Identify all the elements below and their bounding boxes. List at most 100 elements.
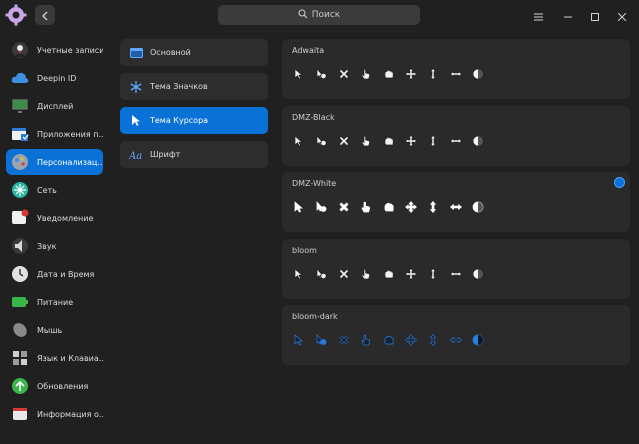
cursor-theme-card[interactable]: DMZ-White xyxy=(282,172,630,232)
resize-v-cursor-icon xyxy=(422,132,444,150)
personalization-icon xyxy=(11,153,29,171)
title-bar: Поиск xyxy=(0,0,639,32)
window-icon xyxy=(129,46,143,60)
resize-h-cursor-icon xyxy=(445,331,467,349)
arrow-cursor-icon xyxy=(288,331,310,349)
move-cursor-icon xyxy=(400,265,422,283)
sidebar-item-label: Информация о... xyxy=(37,409,103,419)
sidebar-item[interactable]: Персонализац... xyxy=(6,149,103,175)
sidebar-item-label: Звук xyxy=(37,241,57,251)
mouse-icon xyxy=(11,321,29,339)
resize-h-cursor-icon xyxy=(445,132,467,150)
sidebar-item-label: Язык и Клавиа... xyxy=(37,353,103,363)
arrow-cursor-icon xyxy=(288,265,310,283)
help-cursor-icon xyxy=(310,65,332,83)
personalization-item[interactable]: Aa Шрифт xyxy=(120,141,268,168)
resize-v-cursor-icon xyxy=(422,331,444,349)
arrow-cursor-icon xyxy=(288,198,310,216)
cursor-theme-name: DMZ-White xyxy=(292,179,337,188)
notification-icon xyxy=(11,209,29,227)
maximize-button[interactable] xyxy=(587,7,603,23)
cross-cursor-icon xyxy=(333,132,355,150)
move-cursor-icon xyxy=(400,331,422,349)
network-icon xyxy=(11,181,29,199)
sidebar-item-label: Уведомление xyxy=(37,213,94,223)
personalization-item-label: Основной xyxy=(150,48,191,57)
sidebar-item[interactable]: Обновления xyxy=(6,373,103,399)
sidebar-item-label: Персонализац... xyxy=(37,157,103,167)
grab-cursor-icon xyxy=(378,132,400,150)
sidebar-item-label: Питание xyxy=(37,297,74,307)
chevron-left-icon xyxy=(41,6,49,25)
info-icon xyxy=(11,405,29,423)
personalization-item[interactable]: Тема Значков xyxy=(120,73,268,100)
sidebar-item[interactable]: Питание xyxy=(6,289,103,315)
sidebar-item[interactable]: Информация о... xyxy=(6,401,103,427)
help-cursor-icon xyxy=(310,331,332,349)
cross-cursor-icon xyxy=(333,331,355,349)
cursor-theme-name: DMZ-Black xyxy=(292,112,335,122)
minimize-icon xyxy=(564,6,572,25)
cursor-preview-row xyxy=(288,198,490,216)
grab-cursor-icon xyxy=(378,198,400,216)
busy-cursor-icon xyxy=(467,65,489,83)
svg-text:Aa: Aa xyxy=(129,151,142,160)
personalization-item-label: Тема Значков xyxy=(150,82,208,91)
cursor-preview-row xyxy=(288,132,490,150)
datetime-icon xyxy=(11,265,29,283)
close-icon xyxy=(617,6,627,25)
cursor-preview-row xyxy=(288,65,490,83)
maximize-icon xyxy=(591,6,599,25)
resize-h-cursor-icon xyxy=(445,65,467,83)
personalization-item[interactable]: Тема Курсора xyxy=(120,107,268,134)
busy-cursor-icon xyxy=(467,265,489,283)
sidebar-item[interactable]: Сеть xyxy=(6,177,103,203)
cursor-preview-row xyxy=(288,331,490,349)
move-cursor-icon xyxy=(400,132,422,150)
sidebar-item[interactable]: Язык и Клавиа... xyxy=(6,345,103,371)
pointer-cursor-icon xyxy=(355,132,377,150)
cursor-icon xyxy=(129,114,143,128)
minimize-button[interactable] xyxy=(560,7,576,23)
selected-check-icon xyxy=(614,177,625,188)
close-button[interactable] xyxy=(614,7,630,23)
arrow-cursor-icon xyxy=(288,132,310,150)
sidebar-item-label: Deepin ID xyxy=(37,73,77,83)
cross-cursor-icon xyxy=(333,65,355,83)
help-cursor-icon xyxy=(310,132,332,150)
cursor-theme-card[interactable]: bloom-dark xyxy=(282,305,630,365)
sidebar-item[interactable]: Приложения п... xyxy=(6,121,103,147)
pointer-cursor-icon xyxy=(355,65,377,83)
default-apps-icon xyxy=(11,125,29,143)
menu-button[interactable] xyxy=(530,7,546,23)
resize-h-cursor-icon xyxy=(445,198,467,216)
cursor-theme-card[interactable]: bloom xyxy=(282,238,630,299)
arrow-cursor-icon xyxy=(288,65,310,83)
sidebar-item[interactable]: Мышь xyxy=(6,317,103,343)
sidebar-item[interactable]: Дата и Время xyxy=(6,261,103,287)
help-cursor-icon xyxy=(310,265,332,283)
sidebar-item[interactable]: Звук xyxy=(6,233,103,259)
sidebar-item[interactable]: Уведомление xyxy=(6,205,103,231)
grab-cursor-icon xyxy=(378,265,400,283)
sidebar-item-label: Приложения п... xyxy=(37,129,103,139)
sound-icon xyxy=(11,237,29,255)
sidebar-item-label: Обновления xyxy=(37,381,89,391)
sidebar-item[interactable]: Deepin ID xyxy=(6,65,103,91)
personalization-item[interactable]: Основной xyxy=(120,39,268,66)
resize-h-cursor-icon xyxy=(445,265,467,283)
resize-v-cursor-icon xyxy=(422,198,444,216)
cursor-preview-row xyxy=(288,265,490,283)
cursor-theme-card[interactable]: DMZ-Black xyxy=(282,105,630,166)
settings-app-icon xyxy=(5,4,27,26)
sidebar-item[interactable]: Дисплей xyxy=(6,93,103,119)
cursor-theme-card[interactable]: Adwaita xyxy=(282,39,630,99)
accounts-icon xyxy=(11,41,29,59)
sidebar-item[interactable]: Учетные записи xyxy=(6,37,103,63)
grab-cursor-icon xyxy=(378,331,400,349)
power-icon xyxy=(11,293,29,311)
back-button[interactable] xyxy=(35,5,55,25)
busy-cursor-icon xyxy=(467,198,489,216)
resize-v-cursor-icon xyxy=(422,265,444,283)
search-box[interactable]: Поиск xyxy=(218,5,420,25)
